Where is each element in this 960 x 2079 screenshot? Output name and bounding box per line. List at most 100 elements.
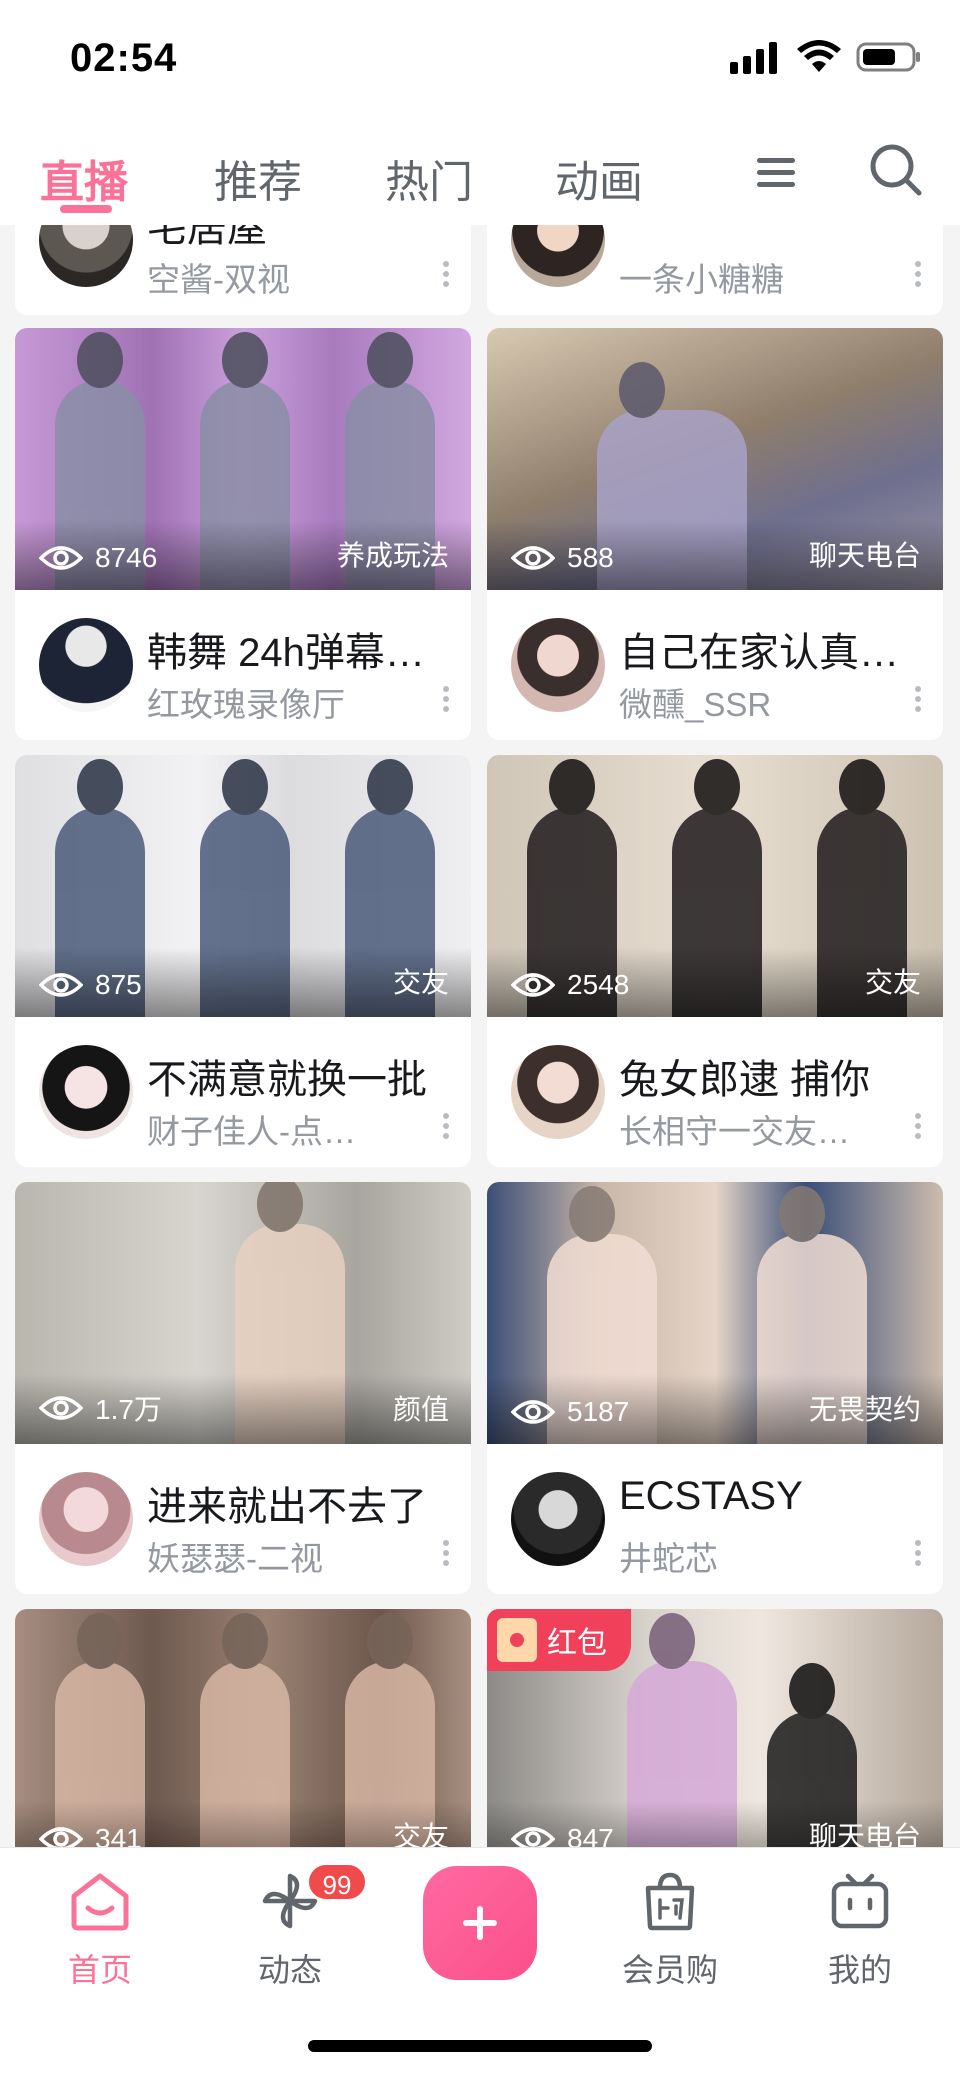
status-time: 02:54 — [70, 36, 178, 80]
tv-icon — [831, 1873, 889, 1929]
more-options-icon[interactable] — [443, 1540, 449, 1566]
red-packet-badge: 红包 — [487, 1609, 631, 1671]
stream-thumbnail[interactable]: 8746 养成玩法 — [15, 328, 471, 590]
viewer-count-text: 341 — [95, 1823, 142, 1847]
red-envelope-icon — [497, 1618, 537, 1662]
eye-icon — [511, 1400, 555, 1424]
status-icons — [730, 40, 922, 74]
avatar[interactable] — [511, 1045, 605, 1139]
bottom-tab-label: 首页 — [67, 1952, 132, 1988]
live-card[interactable]: 1.7万 颜值 进来就出不去了 妖瑟瑟-二视 — [15, 1182, 471, 1594]
area-tag: 交友 — [864, 967, 921, 998]
create-button[interactable] — [423, 1866, 537, 1980]
stream-thumbnail[interactable]: 红包 847 聊天电台 — [487, 1609, 943, 1847]
avatar[interactable] — [511, 225, 605, 287]
home-indicator[interactable] — [308, 2040, 652, 2052]
avatar[interactable] — [39, 1472, 133, 1566]
bottom-tab-mall[interactable]: 会员购 — [605, 1870, 735, 1991]
stream-thumbnail[interactable]: 341 交友 — [15, 1609, 471, 1847]
area-tag: 交友 — [392, 967, 449, 998]
uploader-name[interactable]: 红玫瑰录像厅 — [147, 678, 407, 726]
live-card[interactable]: 2548 交友 兔女郎逮 捕你 长相守一交友… — [487, 755, 943, 1167]
signal-icon — [730, 42, 777, 74]
tab-hot[interactable]: 热门 — [385, 146, 473, 210]
area-tag: 无畏契约 — [808, 1394, 921, 1425]
stream-thumbnail[interactable]: 1.7万 颜值 — [15, 1182, 471, 1444]
search-icon[interactable] — [868, 142, 924, 198]
tab-recommend[interactable]: 推荐 — [214, 146, 302, 210]
uploader-name[interactable]: 井蛇芯 — [619, 1532, 879, 1580]
eye-icon — [511, 546, 555, 570]
uploader-name[interactable]: 空酱-双视 — [147, 253, 407, 301]
room-title: ECSTASY — [619, 1474, 803, 1518]
live-card[interactable]: 一条小糖糖 — [487, 225, 943, 315]
more-options-icon[interactable] — [915, 1113, 921, 1139]
live-card[interactable]: 875 交友 不满意就换一批 财子佳人-点… — [15, 755, 471, 1167]
stream-thumbnail[interactable]: 2548 交友 — [487, 755, 943, 1017]
bottom-tab-label: 动态 — [257, 1952, 322, 1988]
live-card[interactable]: 341 交友 — [15, 1609, 471, 1847]
uploader-name[interactable]: 一条小糖糖 — [619, 253, 879, 301]
avatar[interactable] — [39, 618, 133, 712]
bottom-tab-mine[interactable]: 我的 — [795, 1870, 925, 1991]
bottom-tab-home[interactable]: 首页 — [35, 1870, 165, 1991]
room-title: 自己在家认真… — [619, 631, 899, 675]
uploader-name[interactable]: 妖瑟瑟-二视 — [147, 1532, 407, 1580]
viewer-count: 847 — [511, 1823, 614, 1847]
tab-anime[interactable]: 动画 — [555, 146, 643, 210]
eye-icon — [511, 1827, 555, 1847]
viewer-count-text: 588 — [567, 542, 614, 573]
avatar[interactable] — [39, 1045, 133, 1139]
uploader-name[interactable]: 微醺_SSR — [619, 678, 879, 726]
avatar[interactable] — [511, 618, 605, 712]
viewer-count: 8746 — [39, 542, 157, 574]
viewer-count: 341 — [39, 1823, 142, 1847]
viewer-count-text: 5187 — [567, 1396, 630, 1427]
eye-icon — [511, 973, 555, 997]
more-options-icon[interactable] — [915, 261, 921, 287]
live-card[interactable]: 5187 无畏契约 ECSTASY 井蛇芯 — [487, 1182, 943, 1594]
menu-icon[interactable] — [753, 150, 799, 196]
stream-thumbnail[interactable]: 588 聊天电台 — [487, 328, 943, 590]
area-tag: 交友 — [392, 1821, 449, 1847]
avatar[interactable] — [39, 225, 133, 287]
eye-icon — [39, 973, 83, 997]
avatar[interactable] — [511, 1472, 605, 1566]
bottom-tab-bar: 首页 动态 99 会员购 我的 — [0, 1847, 960, 2079]
more-options-icon[interactable] — [443, 1113, 449, 1139]
viewer-count: 875 — [39, 969, 142, 1001]
room-title: 进来就出不去了 — [147, 1485, 427, 1529]
eye-icon — [39, 546, 83, 570]
stream-thumbnail[interactable]: 875 交友 — [15, 755, 471, 1017]
more-options-icon[interactable] — [915, 686, 921, 712]
more-options-icon[interactable] — [443, 261, 449, 287]
live-feed[interactable]: 宅居屋 空酱-双视 一条小糖糖 8746 养成玩法 韩舞 24h弹幕… 红玫瑰录… — [0, 225, 960, 1847]
plus-icon — [463, 1906, 497, 1940]
room-title: 兔女郎逮 捕你 — [619, 1058, 871, 1102]
room-title: 不满意就换一批 — [147, 1058, 427, 1102]
bottom-tab-label: 我的 — [827, 1952, 892, 1988]
more-options-icon[interactable] — [443, 686, 449, 712]
eye-icon — [39, 1396, 83, 1420]
tab-live[interactable]: 直播 — [40, 146, 128, 210]
more-options-icon[interactable] — [915, 1540, 921, 1566]
status-bar: 02:54 — [0, 0, 960, 120]
uploader-name[interactable]: 长相守一交友… — [619, 1105, 879, 1153]
notification-badge: 99 — [306, 1862, 368, 1902]
live-card[interactable]: 红包 847 聊天电台 — [487, 1609, 943, 1847]
viewer-count: 1.7万 — [39, 1388, 162, 1428]
red-packet-label: 红包 — [547, 1627, 607, 1660]
area-tag: 聊天电台 — [808, 1821, 921, 1847]
area-tag: 养成玩法 — [336, 540, 449, 571]
room-title: 韩舞 24h弹幕… — [147, 631, 425, 675]
viewer-count: 2548 — [511, 969, 629, 1001]
live-card[interactable]: 宅居屋 空酱-双视 — [15, 225, 471, 315]
live-card[interactable]: 8746 养成玩法 韩舞 24h弹幕… 红玫瑰录像厅 — [15, 328, 471, 740]
stream-thumbnail[interactable]: 5187 无畏契约 — [487, 1182, 943, 1444]
home-icon — [71, 1873, 129, 1931]
live-card[interactable]: 588 聊天电台 自己在家认真… 微醺_SSR — [487, 328, 943, 740]
uploader-name[interactable]: 财子佳人-点… — [147, 1105, 407, 1153]
viewer-count-text: 847 — [567, 1823, 614, 1847]
viewer-count-text: 8746 — [95, 542, 158, 573]
viewer-count-text: 875 — [95, 969, 142, 1000]
